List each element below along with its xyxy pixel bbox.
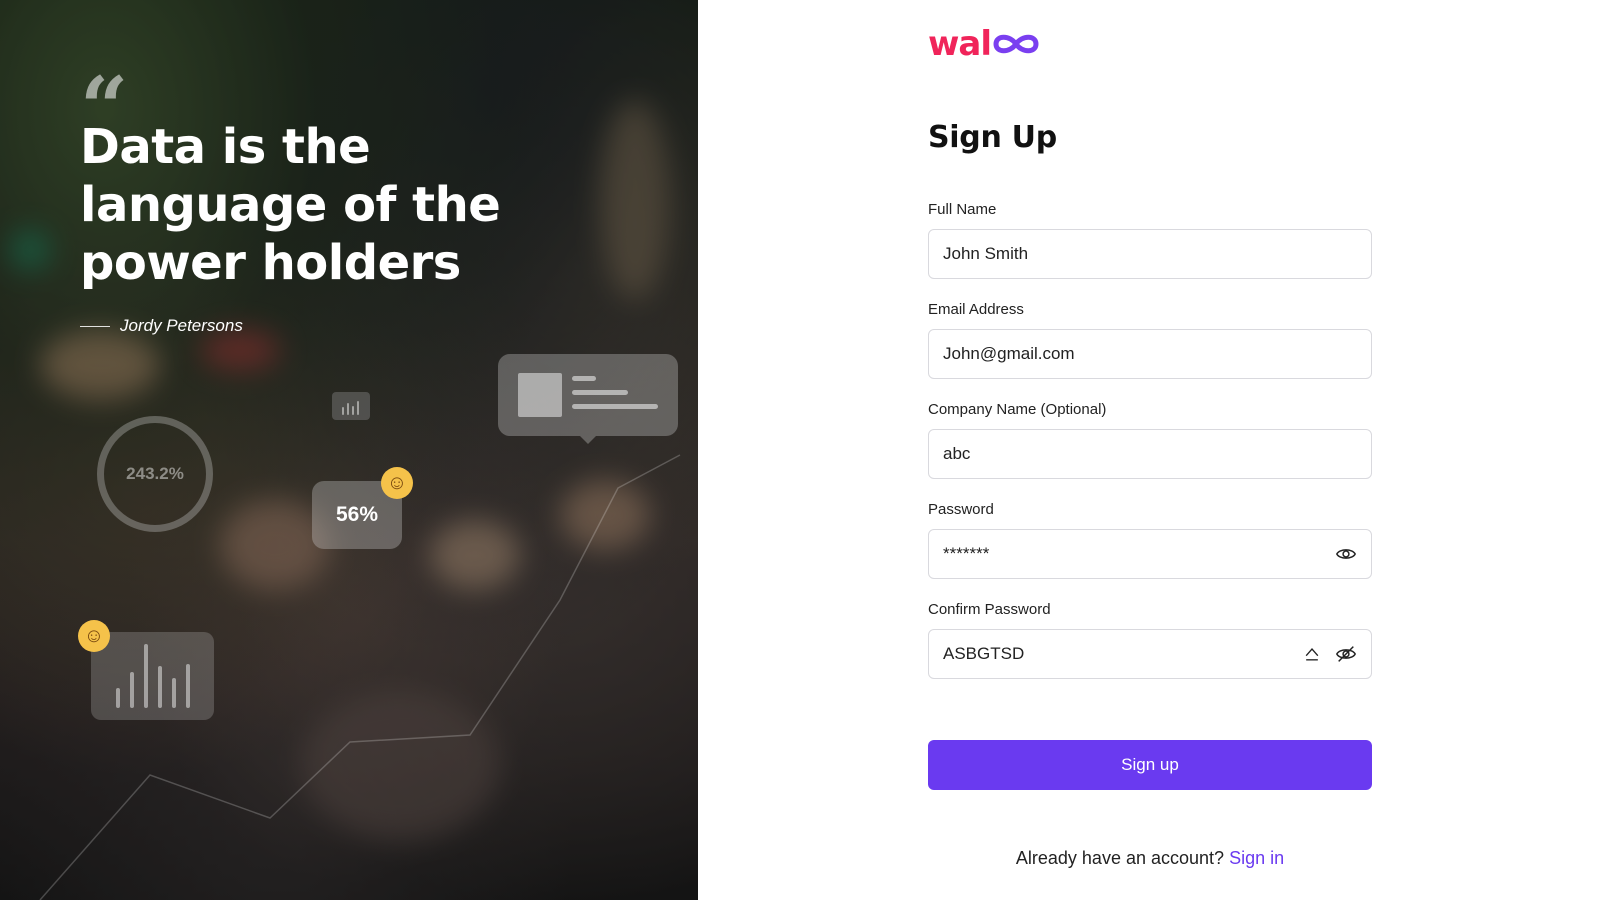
card-line (572, 390, 628, 395)
bar (116, 688, 120, 708)
bar (130, 672, 134, 708)
bar-chart-widget (91, 632, 214, 720)
card-value: 56% (335, 503, 379, 526)
hero-quote: Data is the language of the power holder… (80, 119, 501, 291)
signin-prompt: Already have an account? Sign in (928, 848, 1372, 869)
eye-off-icon[interactable] (1335, 643, 1357, 665)
percentage-ring-widget: 243.2% (97, 416, 213, 532)
infinity-logo-icon (993, 34, 1039, 54)
email-field[interactable] (928, 329, 1372, 379)
quote-author: Jordy Petersons (80, 316, 243, 336)
card-line (572, 376, 596, 381)
author-dash (80, 325, 110, 327)
signup-panel: wal Sign Up Full Name Email Address Comp… (698, 0, 1600, 900)
sign-in-link[interactable]: Sign in (1229, 848, 1284, 868)
password-input[interactable] (943, 544, 1335, 564)
company-name-field[interactable] (928, 429, 1372, 479)
card-line (572, 404, 658, 409)
smile-emoji-icon: ☺ (78, 620, 110, 652)
confirm-password-field[interactable] (928, 629, 1372, 679)
mini-bar-chart-widget (332, 392, 370, 420)
grin-emoji-icon: ☺ (381, 467, 413, 499)
full-name-input[interactable] (943, 244, 1357, 264)
bar (357, 401, 359, 415)
brand-logo: wal (928, 24, 1040, 64)
full-name-field[interactable] (928, 229, 1372, 279)
bar (158, 666, 162, 708)
bar (186, 664, 190, 708)
confirm-password-input[interactable] (943, 644, 1301, 664)
card-thumbnail (518, 373, 562, 417)
password-field[interactable] (928, 529, 1372, 579)
company-name-label: Company Name (Optional) (928, 401, 1107, 418)
full-name-label: Full Name (928, 201, 997, 218)
company-name-input[interactable] (943, 444, 1357, 464)
caps-lock-icon (1301, 643, 1323, 665)
bar (347, 403, 349, 415)
confirm-password-label: Confirm Password (928, 601, 1051, 618)
author-name: Jordy Petersons (120, 316, 243, 335)
bar (172, 678, 176, 708)
bar (144, 644, 148, 708)
ring-value: 243.2% (126, 464, 184, 483)
sign-up-button[interactable]: Sign up (928, 740, 1372, 790)
bar (352, 406, 354, 415)
email-input[interactable] (943, 344, 1357, 364)
email-label: Email Address (928, 301, 1024, 318)
password-label: Password (928, 501, 994, 518)
logo-wordmark: wal (928, 24, 992, 64)
eye-icon[interactable] (1335, 543, 1357, 565)
card-tail (580, 436, 596, 444)
hero-panel: “ Data is the language of the power hold… (0, 0, 698, 900)
signin-prompt-text: Already have an account? (1015, 848, 1225, 868)
page-title: Sign Up (928, 120, 1057, 155)
list-card-widget (498, 354, 678, 444)
bar (342, 407, 344, 415)
